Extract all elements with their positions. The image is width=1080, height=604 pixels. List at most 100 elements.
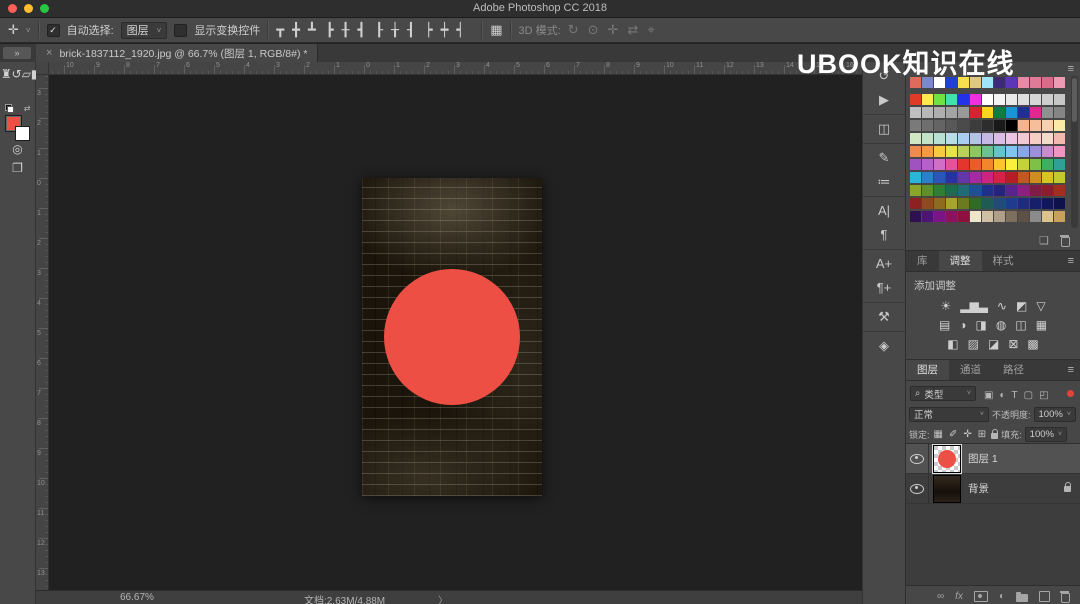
zoom-level-field[interactable]: 66.67% [120,592,154,603]
swatch[interactable] [994,198,1005,209]
swatch[interactable] [958,198,969,209]
curves-icon[interactable]: ∿ [997,299,1007,313]
swatch[interactable] [1018,172,1029,183]
swatch[interactable] [1018,77,1029,88]
blend-mode-dropdown[interactable]: 正常 ˅ [909,406,989,422]
swatch[interactable] [1042,211,1053,222]
swatch[interactable] [982,120,993,131]
adjustments-tab[interactable]: 库 [906,251,939,271]
color-balance-icon[interactable]: ◑ [959,318,966,332]
swatch[interactable] [1054,159,1065,170]
panel-menu-icon[interactable]: ≡ [1068,251,1074,271]
swatch[interactable] [1054,198,1065,209]
swatch[interactable] [1006,172,1017,183]
swatch[interactable] [1030,198,1041,209]
swatch[interactable] [1042,77,1053,88]
swatch[interactable] [1042,94,1053,105]
swatch[interactable] [1018,120,1029,131]
swatch[interactable] [1006,107,1017,118]
history-brush-tool[interactable]: ↺ [12,67,22,81]
swatch[interactable] [958,77,969,88]
swatch[interactable] [1054,172,1065,183]
align-vertical-center-icon[interactable]: ╋ [292,23,300,37]
swatch[interactable] [934,120,945,131]
swatch[interactable] [934,94,945,105]
lock-image-pixels-icon[interactable]: ✐ [949,429,957,440]
swatch[interactable] [946,120,957,131]
swatch[interactable] [946,172,957,183]
swatch[interactable] [958,146,969,157]
auto-select-target-dropdown[interactable]: 图层 ˅ [120,21,168,39]
align-right-icon[interactable]: ┫ [357,23,365,37]
swatch[interactable] [1054,133,1065,144]
lock-position-icon[interactable]: ✛ [963,429,971,440]
swatch[interactable] [922,133,933,144]
swatch[interactable] [1054,146,1065,157]
swatch[interactable] [1030,211,1041,222]
filter-smart-objects-icon[interactable]: ◰ [1039,390,1048,401]
swatch[interactable] [958,107,969,118]
channel-mixer-icon[interactable]: ◫ [1015,318,1026,332]
swatch[interactable] [958,172,969,183]
swatch[interactable] [982,185,993,196]
swatch[interactable] [1018,198,1029,209]
lock-all-icon[interactable] [991,429,999,439]
layer-thumbnail[interactable] [934,445,960,472]
paragraph-styles-panel-icon[interactable]: ¶+ [863,276,906,300]
swatch[interactable] [958,120,969,131]
distribute-spacing-icon[interactable]: ▦ [490,23,502,37]
swatch[interactable] [922,107,933,118]
swatch[interactable] [1018,159,1029,170]
swatch[interactable] [994,107,1005,118]
swatch[interactable] [934,211,945,222]
layer-style-icon[interactable]: fx [955,591,963,602]
auto-select-checkbox[interactable]: ✓ [46,23,60,37]
swatch[interactable] [982,172,993,183]
layers-tab[interactable]: 通道 [949,360,992,380]
swatch[interactable] [946,133,957,144]
swatch[interactable] [1030,146,1041,157]
swatch[interactable] [1054,107,1065,118]
layer-filter-type-dropdown[interactable]: ⌕ 类型 ˅ [910,386,976,401]
canvas-area[interactable] [49,75,862,590]
swatch[interactable] [994,159,1005,170]
swatch[interactable] [1030,172,1041,183]
swatch[interactable] [982,133,993,144]
distribute-vertical-center-icon[interactable]: ╁ [391,23,399,37]
swatch[interactable] [1054,120,1065,131]
swatch[interactable] [946,77,957,88]
swatch[interactable] [994,94,1005,105]
swap-colors-icon[interactable]: ⇄ [24,104,31,113]
scrollbar-thumb[interactable] [1072,78,1077,122]
tool-presets-panel-icon[interactable]: ⚒ [863,305,906,329]
swatch[interactable] [922,120,933,131]
character-panel-icon[interactable]: A| [863,199,906,223]
swatch[interactable] [910,146,921,157]
swatch[interactable] [1054,185,1065,196]
actions-panel-icon[interactable]: ▶ [863,88,906,112]
filter-toggle-icon[interactable] [1067,390,1074,397]
status-options-chevron-icon[interactable]: 〉 [438,592,448,604]
lock-transparent-pixels-icon[interactable]: ▦ [934,429,943,440]
threshold-icon[interactable]: ◪ [988,337,999,351]
swatch[interactable] [1030,185,1041,196]
swatch[interactable] [994,185,1005,196]
swatch[interactable] [934,77,945,88]
new-group-icon[interactable] [1016,592,1028,602]
swatch[interactable] [1054,77,1065,88]
swatch[interactable] [934,146,945,157]
swatch[interactable] [946,146,957,157]
3d-roll-icon[interactable]: ⊙ [588,22,599,37]
swatch[interactable] [934,172,945,183]
brush-settings-panel-icon[interactable]: ✎ [863,146,906,170]
swatch[interactable] [1018,94,1029,105]
swatch[interactable] [982,107,993,118]
swatch[interactable] [1006,159,1017,170]
swatch[interactable] [994,211,1005,222]
selective-color-icon[interactable]: ⊠ [1008,337,1018,351]
levels-icon[interactable]: ▂▆▃ [960,299,988,313]
exposure-icon[interactable]: ◩ [1016,299,1027,313]
distribute-right-icon[interactable]: ┥ [456,23,464,37]
swatch[interactable] [1042,172,1053,183]
3d-panel-icon[interactable]: ◈ [863,334,906,358]
